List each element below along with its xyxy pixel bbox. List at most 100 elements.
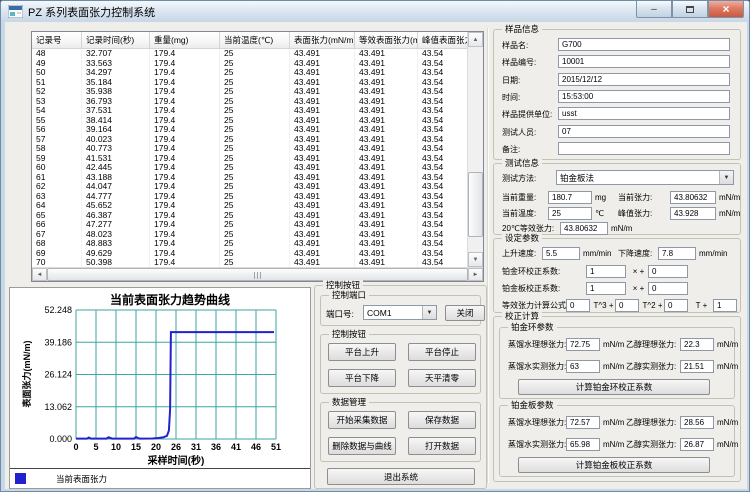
exit-system-button[interactable]: 退出系统 — [327, 468, 475, 485]
table-header: 记录号记录时间(秒)重量(mg)当前温度(℃)表面张力(mN/m)等效表面张力(… — [32, 32, 469, 49]
motion-button[interactable]: 天平清零 — [408, 369, 476, 387]
maximize-button[interactable] — [672, 1, 708, 18]
scroll-down-button[interactable]: ▼ — [468, 252, 483, 267]
motion-button[interactable]: 平台上升 — [328, 343, 396, 361]
table-cell: 33.563 — [82, 59, 150, 69]
field-input[interactable]: 43.928 — [670, 207, 716, 220]
table-row[interactable]: 6344.777179.42543.49143.49143.54 — [32, 192, 469, 202]
sample-field-input[interactable] — [558, 142, 730, 155]
field-input[interactable]: 72.75 — [566, 338, 600, 351]
method-select[interactable]: 铂金板法 ▼ — [556, 170, 734, 185]
sample-field-input[interactable]: 07 — [558, 125, 730, 138]
field-input[interactable]: 43.80632 — [670, 191, 716, 204]
scroll-left-button[interactable]: ◄ — [32, 268, 47, 281]
formula-input[interactable]: 0 — [615, 299, 639, 312]
table-row[interactable]: 4933.563179.42543.49143.49143.54 — [32, 59, 469, 69]
table-row[interactable]: 4832.707179.42543.49143.49143.54 — [32, 49, 469, 59]
calculate-coefficient-button[interactable]: 计算铂金环校正系数 — [518, 379, 710, 395]
field-label: 乙醇理想张力: — [626, 417, 680, 428]
window-controls: – × — [636, 1, 744, 18]
close-button[interactable]: × — [708, 1, 744, 18]
field-input[interactable]: 43.80632 — [560, 222, 608, 235]
column-header[interactable]: 当前温度(℃) — [220, 32, 290, 49]
table-row[interactable]: 6949.629179.42543.49143.49143.54 — [32, 249, 469, 259]
field-input[interactable]: 63 — [566, 360, 600, 373]
x-tick-label: 31 — [191, 442, 201, 452]
vertical-scrollbar[interactable]: ▲ ▼ — [467, 32, 483, 267]
formula-input[interactable]: 0 — [664, 299, 688, 312]
coefficient-input-b[interactable]: 0 — [648, 282, 688, 295]
field-input[interactable]: 180.7 — [548, 191, 592, 204]
table-cell: 43.491 — [290, 230, 355, 240]
table-row[interactable]: 6143.188179.42543.49143.49143.54 — [32, 173, 469, 183]
table-row[interactable]: 6647.277179.42543.49143.49143.54 — [32, 220, 469, 230]
column-header[interactable]: 记录号 — [32, 32, 82, 49]
y-tick-label: 52.248 — [44, 305, 72, 315]
horizontal-scroll-thumb[interactable] — [47, 268, 468, 281]
coefficient-input-b[interactable]: 0 — [648, 265, 688, 278]
table-row[interactable]: 5437.531179.42543.49143.49143.54 — [32, 106, 469, 116]
port-select[interactable]: COM1 ▼ — [363, 305, 437, 320]
coefficient-operator: × + — [626, 267, 648, 276]
sample-field-input[interactable]: 15:53:00 — [558, 90, 730, 103]
minimize-button[interactable]: – — [636, 1, 672, 18]
coefficient-input-a[interactable]: 1 — [586, 282, 626, 295]
column-header[interactable]: 表面张力(mN/m) — [290, 32, 355, 49]
table-row[interactable]: 5840.773179.42543.49143.49143.54 — [32, 144, 469, 154]
sample-field-input[interactable]: G700 — [558, 38, 730, 51]
table-row[interactable]: 5941.531179.42543.49143.49143.54 — [32, 154, 469, 164]
sample-field-input[interactable]: 10001 — [558, 55, 730, 68]
calculate-coefficient-button[interactable]: 计算铂金板校正系数 — [518, 457, 710, 473]
table-row[interactable]: 6244.047179.42543.49143.49143.54 — [32, 182, 469, 192]
field-input[interactable]: 22.3 — [680, 338, 714, 351]
scroll-up-button[interactable]: ▲ — [468, 32, 483, 47]
titlebar[interactable]: PZ 系列表面张力控制系统 – × — [1, 1, 749, 22]
horizontal-scrollbar[interactable]: ◄ ► — [32, 267, 483, 281]
table-cell: 43.491 — [290, 144, 355, 154]
field-input[interactable]: 25 — [548, 207, 592, 220]
column-header[interactable]: 记录时间(秒) — [82, 32, 150, 49]
coefficient-input-a[interactable]: 1 — [586, 265, 626, 278]
table-cell: 58 — [32, 144, 82, 154]
table-row[interactable]: 5336.793179.42543.49143.49143.54 — [32, 97, 469, 107]
table-row[interactable]: 5639.164179.42543.49143.49143.54 — [32, 125, 469, 135]
records-table[interactable]: 记录号记录时间(秒)重量(mg)当前温度(℃)表面张力(mN/m)等效表面张力(… — [31, 31, 484, 282]
motion-button[interactable]: 平台下降 — [328, 369, 396, 387]
data-button[interactable]: 开始采集数据 — [328, 411, 396, 429]
table-row[interactable]: 6748.023179.42543.49143.49143.54 — [32, 230, 469, 240]
motion-button[interactable]: 平台停止 — [408, 343, 476, 361]
table-row[interactable]: 6848.883179.42543.49143.49143.54 — [32, 239, 469, 249]
field-input[interactable]: 26.87 — [680, 438, 714, 451]
field-input[interactable]: 21.51 — [680, 360, 714, 373]
sample-field-input[interactable]: 2015/12/12 — [558, 73, 730, 86]
vertical-scroll-thumb[interactable] — [468, 172, 483, 237]
table-cell: 179.4 — [150, 135, 220, 145]
field-input[interactable]: 7.8 — [658, 247, 696, 260]
table-row[interactable]: 5135.184179.42543.49143.49143.54 — [32, 78, 469, 88]
table-row[interactable]: 5034.297179.42543.49143.49143.54 — [32, 68, 469, 78]
close-port-button[interactable]: 关闭 — [445, 305, 485, 321]
table-cell: 54 — [32, 106, 82, 116]
table-row[interactable]: 6042.445179.42543.49143.49143.54 — [32, 163, 469, 173]
field-input[interactable]: 72.57 — [566, 416, 600, 429]
column-header[interactable]: 等效表面张力(mN/.. — [355, 32, 418, 49]
column-header[interactable]: 重量(mg) — [150, 32, 220, 49]
table-row[interactable]: 5740.023179.42543.49143.49143.54 — [32, 135, 469, 145]
table-row[interactable]: 6445.652179.42543.49143.49143.54 — [32, 201, 469, 211]
data-button[interactable]: 保存数据 — [408, 411, 476, 429]
field-input[interactable]: 65.98 — [566, 438, 600, 451]
data-button[interactable]: 删除数据与曲线 — [328, 437, 396, 455]
table-row[interactable]: 6546.387179.42543.49143.49143.54 — [32, 211, 469, 221]
formula-row: 等效张力计算公式:0T^3 +0T^2 +0T +1 — [502, 298, 737, 312]
formula-input[interactable]: 1 — [713, 299, 737, 312]
table-row[interactable]: 5538.414179.42543.49143.49143.54 — [32, 116, 469, 126]
field-input[interactable]: 5.5 — [542, 247, 580, 260]
column-header[interactable]: 峰值表面张力(m — [418, 32, 469, 49]
table-row[interactable]: 5235.938179.42543.49143.49143.54 — [32, 87, 469, 97]
table-cell: 43.491 — [290, 97, 355, 107]
scroll-right-button[interactable]: ► — [468, 268, 483, 281]
sample-field-input[interactable]: usst — [558, 107, 730, 120]
data-button[interactable]: 打开数据 — [408, 437, 476, 455]
formula-input[interactable]: 0 — [566, 299, 590, 312]
field-input[interactable]: 28.56 — [680, 416, 714, 429]
